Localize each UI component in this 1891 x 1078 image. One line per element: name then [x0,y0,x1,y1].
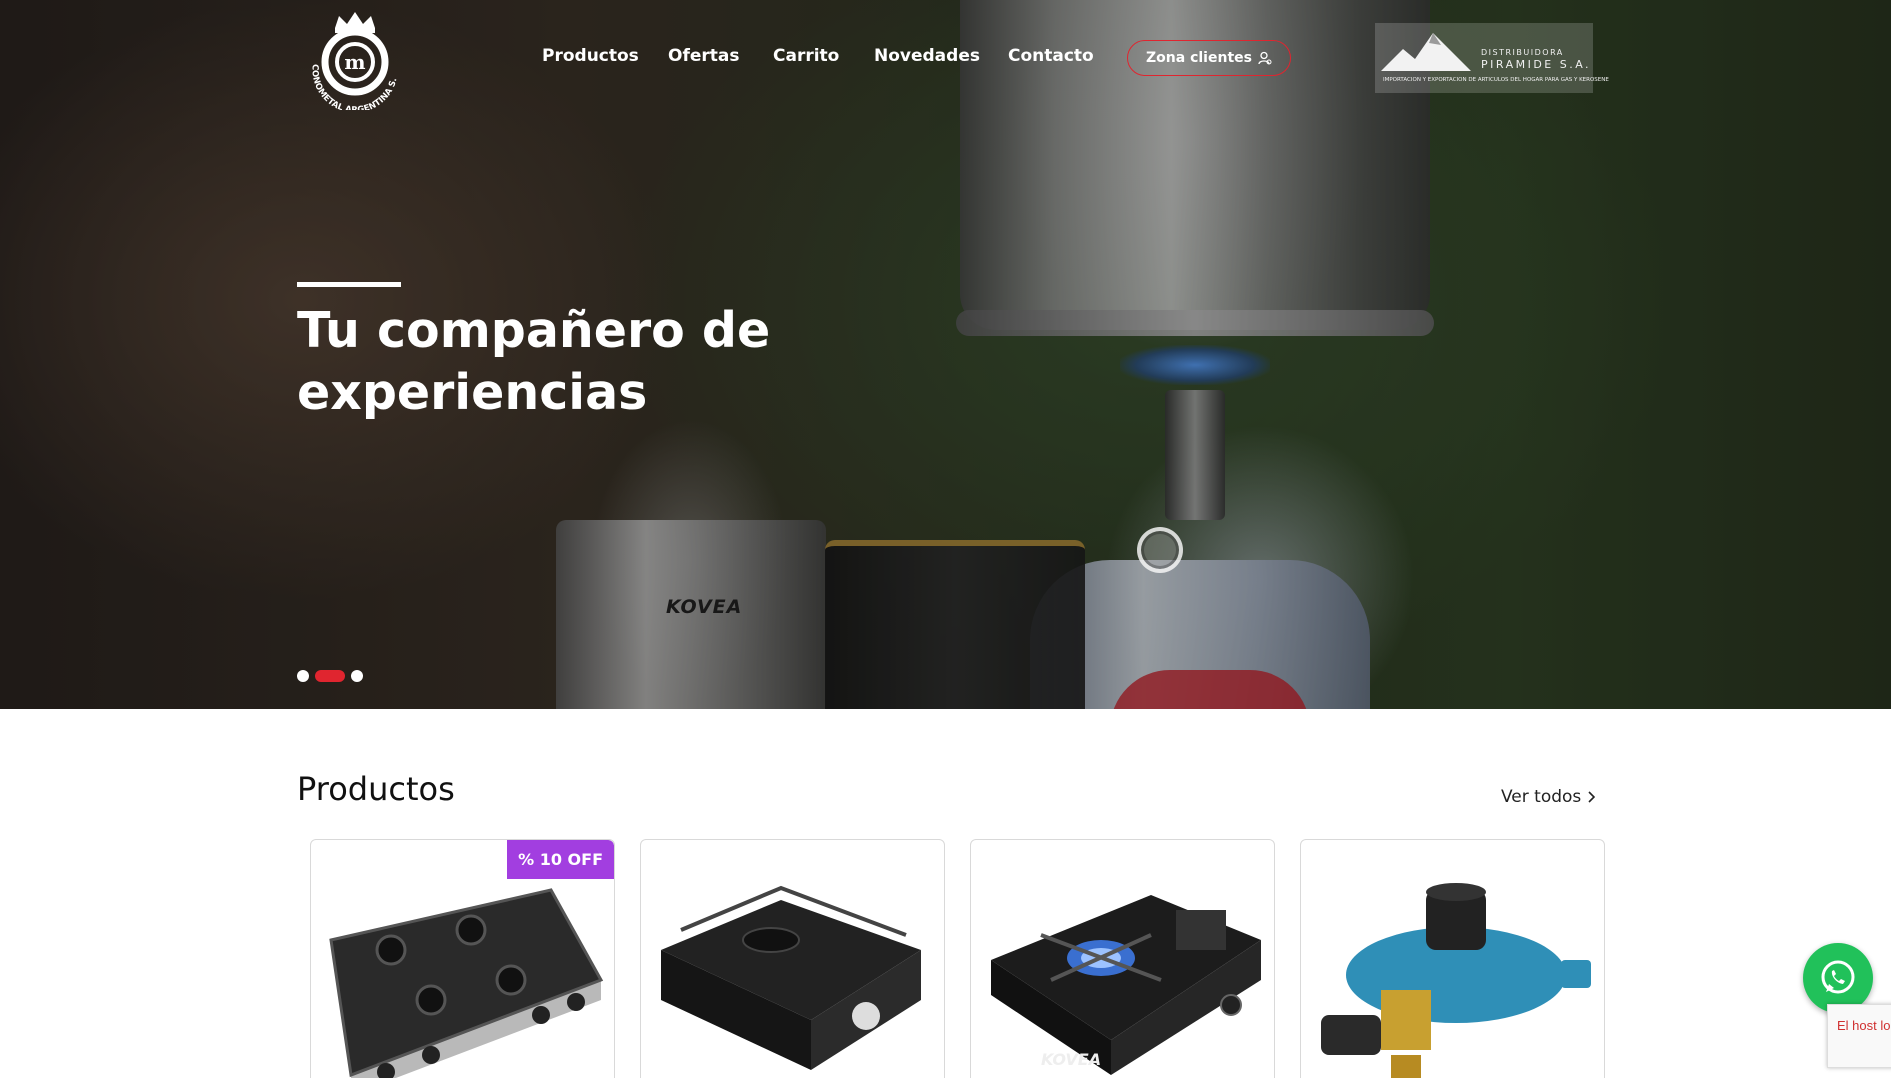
portable-gas-stove-image: KOVEA [991,895,1261,1075]
slider-dot-1[interactable] [297,670,309,682]
whatsapp-button[interactable] [1803,943,1873,1013]
hero-title-line2: experiencias [297,364,648,421]
conometal-logo[interactable]: m CONOMETAL ARGENTINA S.A. [305,6,405,110]
zona-clientes-label: Zona clientes [1146,50,1252,66]
discount-badge: % 10 OFF [507,840,614,879]
ver-todos-label: Ver todos [1501,787,1582,807]
product-card[interactable] [640,839,945,1078]
product-card[interactable]: KOVEA [970,839,1275,1078]
nav-carrito[interactable]: Carrito [773,46,839,66]
product-card[interactable]: % 10 OFF [310,839,615,1078]
recaptcha-error-text: El host lo... lista de d... para esta... [1837,1018,1891,1033]
hero-overlay [0,0,1891,709]
user-icon [1258,51,1272,65]
chevron-right-icon [1588,791,1596,803]
slider-dots [297,670,363,682]
mountain-icon [1381,33,1471,71]
hero-banner: KOVEA m CONOMETAL ARGENTINA S.A. Product… [0,0,1891,709]
products-section-title: Productos [297,770,455,808]
partner-sub-text: IMPORTACION Y EXPORTACION DE ARTICULOS D… [1383,77,1609,83]
recaptcha-notice[interactable]: El host lo... lista de d... para esta... [1827,1004,1891,1068]
whatsapp-icon [1821,960,1855,994]
nav-ofertas[interactable]: Ofertas [668,46,739,66]
canister-valve-ring [1137,527,1183,573]
nav-productos[interactable]: Productos [542,46,639,66]
slider-dot-2[interactable] [315,670,345,682]
partner-top-text: DISTRIBUIDORA [1481,48,1564,57]
svg-text:KOVEA: KOVEA [1041,1050,1101,1069]
hero-title-line1: Tu compañero de [297,302,771,359]
partner-main-text: PIRAMIDE S.A. [1481,58,1592,71]
hero-accent-bar [297,282,401,287]
hero-title: Tu compañero de experiencias [297,300,897,424]
zona-clientes-button[interactable]: Zona clientes [1127,40,1291,76]
svg-text:m: m [344,50,365,74]
piramide-logo[interactable]: DISTRIBUIDORA PIRAMIDE S.A. IMPORTACION … [1375,23,1609,93]
gas-regulator-image [1321,883,1591,1078]
slider-dot-3[interactable] [351,670,363,682]
product-card[interactable] [1300,839,1605,1078]
single-burner-stove-image [661,885,921,1070]
ver-todos-link[interactable]: Ver todos [1501,787,1596,807]
nav-novedades[interactable]: Novedades [874,46,980,66]
nav-contacto[interactable]: Contacto [1008,46,1094,66]
